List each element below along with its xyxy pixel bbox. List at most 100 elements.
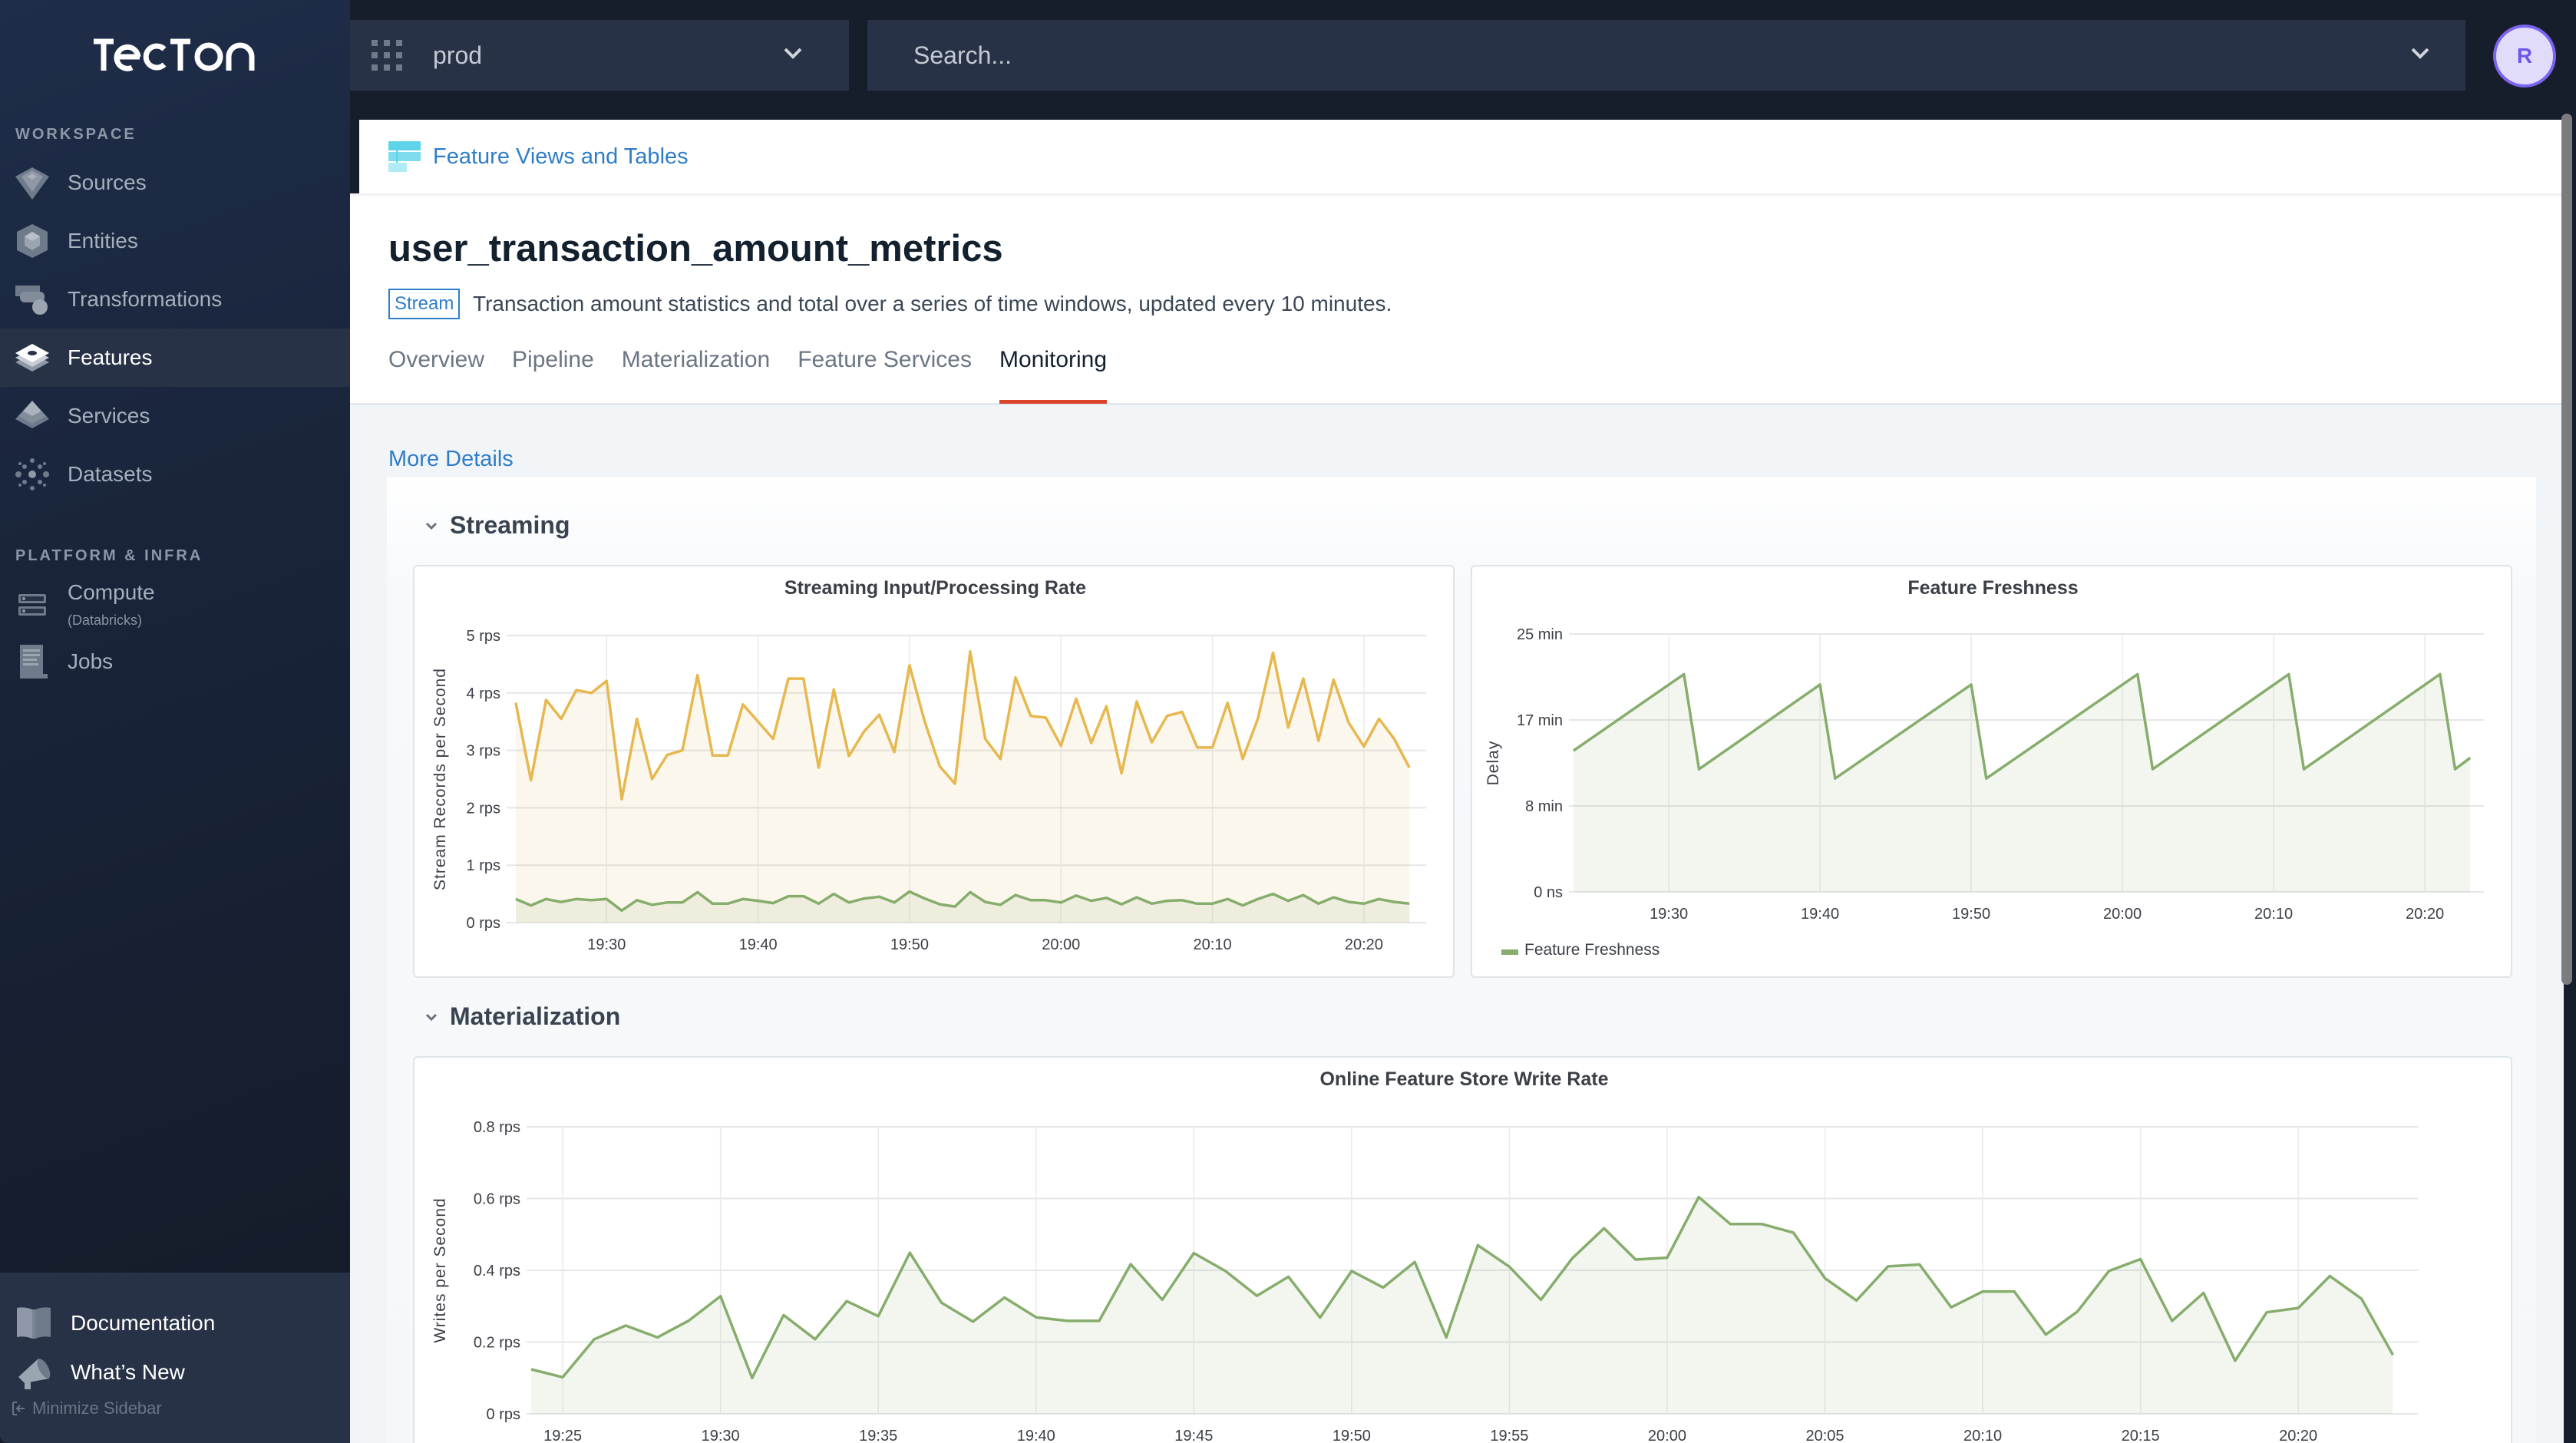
- table-icon: [388, 141, 421, 176]
- sidebar-item-label: Jobs: [68, 649, 114, 673]
- workspace-value: prod: [433, 41, 483, 69]
- y-axis-label: Writes per Second: [431, 1197, 449, 1342]
- sidebar-item-features[interactable]: Features: [0, 329, 350, 387]
- x-tick-label: 20:00: [1042, 936, 1080, 953]
- x-tick-label: 20:00: [1648, 1428, 1686, 1443]
- x-tick-label: 19:45: [1174, 1428, 1213, 1443]
- y-tick-label: 0 rps: [487, 1406, 520, 1423]
- monitoring-content: More Details Streaming Streaming Input/P…: [350, 405, 2564, 1443]
- breadcrumb-link[interactable]: Feature Views and Tables: [433, 144, 689, 170]
- sidebar-item-datasets[interactable]: Datasets: [0, 445, 350, 504]
- tab-pipeline[interactable]: Pipeline: [512, 347, 594, 404]
- chart-title: Feature Freshness: [1907, 577, 2078, 599]
- x-tick-label: 20:20: [2406, 906, 2444, 923]
- sidebar-item-entities[interactable]: Entities: [0, 212, 350, 270]
- stream-badge: Stream: [388, 289, 461, 319]
- sidebar-item-label: Compute: [68, 580, 155, 604]
- legend-swatch: [1501, 949, 1518, 955]
- sidebar-item-jobs[interactable]: Jobs: [0, 632, 350, 691]
- diamond-icon: [14, 164, 51, 201]
- cube-icon: [14, 223, 51, 259]
- server-icon: [14, 588, 51, 625]
- x-tick-label: 20:20: [2279, 1428, 2317, 1443]
- document-icon: [14, 643, 51, 680]
- sidebar: WORKSPACE Sources Entities Transformatio…: [0, 0, 350, 1443]
- more-details-link[interactable]: More Details: [388, 447, 514, 472]
- x-tick-label: 19:55: [1490, 1428, 1528, 1443]
- tab-feature-services[interactable]: Feature Services: [798, 347, 972, 404]
- x-tick-label: 19:50: [890, 936, 929, 953]
- search-bar[interactable]: [867, 20, 2465, 91]
- y-axis-label: Delay: [1485, 741, 1502, 786]
- vertical-scrollbar[interactable]: [2561, 114, 2572, 985]
- x-tick-label: 20:20: [1345, 936, 1383, 953]
- y-tick-label: 25 min: [1517, 626, 1563, 643]
- y-tick-label: 2 rps: [467, 800, 500, 817]
- series-area-0: [531, 1197, 2393, 1414]
- streaming-rate-chart: Streaming Input/Processing Rate 0 rps 1 rp…: [413, 565, 1455, 978]
- x-tick-label: 20:10: [2254, 906, 2293, 923]
- grid-icon: [372, 40, 402, 74]
- logo-wordmark: [94, 38, 255, 71]
- tab-materialization[interactable]: Materialization: [622, 347, 770, 404]
- page-header: user_transaction_amount_metrics Stream T…: [350, 193, 2564, 405]
- breadcrumb: Feature Views and Tables: [359, 120, 2564, 193]
- user-avatar[interactable]: R: [2493, 25, 2556, 88]
- y-tick-label: 0.6 rps: [474, 1191, 520, 1208]
- x-tick-label: 19:30: [587, 936, 626, 953]
- sidebar-item-compute[interactable]: Compute (Databricks): [0, 574, 350, 639]
- platform-section-label: PLATFORM & INFRA: [15, 547, 203, 564]
- x-tick-label: 19:40: [1017, 1428, 1055, 1443]
- search-input[interactable]: [913, 20, 2372, 91]
- documentation-link[interactable]: Documentation: [0, 1300, 350, 1346]
- sidebar-item-label: Features: [68, 345, 153, 369]
- x-tick-label: 19:30: [702, 1428, 740, 1443]
- y-tick-label: 1 rps: [467, 857, 500, 874]
- feature-freshness-chart: Feature Freshness 0 ns 8 min 17 min 25 min 19…: [1471, 565, 2512, 978]
- y-axis-label: Stream Records per Second: [431, 668, 449, 890]
- tab-overview[interactable]: Overview: [388, 347, 484, 404]
- sidebar-item-sources[interactable]: Sources: [0, 154, 350, 212]
- book-icon: [15, 1305, 52, 1342]
- whats-new-link[interactable]: What’s New: [0, 1349, 350, 1395]
- section-title: Streaming: [450, 511, 570, 539]
- sidebar-item-label: Datasets: [68, 462, 153, 486]
- tab-monitoring[interactable]: Monitoring: [999, 347, 1108, 404]
- x-tick-label: 19:25: [543, 1428, 582, 1443]
- layers-icon: [14, 339, 51, 376]
- x-tick-label: 20:15: [2122, 1428, 2160, 1443]
- workspace-section-label: WORKSPACE: [15, 126, 137, 143]
- sidebar-item-label: Sources: [68, 170, 147, 194]
- tecton-logo[interactable]: [91, 35, 258, 72]
- y-tick-label: 0.4 rps: [474, 1263, 520, 1280]
- sidebar-item-label: Services: [68, 404, 150, 428]
- series-area-0: [1574, 674, 2471, 892]
- sidebar-item-label: Entities: [68, 229, 138, 253]
- y-tick-label: 0 rps: [467, 915, 500, 932]
- whats-new-label: What’s New: [71, 1360, 185, 1384]
- chevron-down-icon: [425, 522, 438, 530]
- section-title: Materialization: [450, 1002, 621, 1030]
- sidebar-item-transformations[interactable]: Transformations: [0, 270, 350, 329]
- sidebar-item-services[interactable]: Services: [0, 387, 350, 445]
- y-tick-label: 8 min: [1525, 798, 1563, 815]
- chevron-down-icon[interactable]: [2410, 46, 2430, 65]
- y-tick-label: 5 rps: [467, 628, 500, 645]
- documentation-label: Documentation: [71, 1311, 216, 1335]
- minimize-sidebar-label: Minimize Sidebar: [32, 1398, 162, 1418]
- materialization-section-toggle[interactable]: Materialization: [424, 1002, 620, 1031]
- y-tick-label: 4 rps: [467, 685, 500, 702]
- x-tick-label: 19:50: [1952, 906, 1990, 923]
- workspace-selector[interactable]: prod: [350, 20, 849, 91]
- x-tick-label: 20:10: [1963, 1428, 2002, 1443]
- y-tick-label: 0.2 rps: [474, 1335, 520, 1352]
- x-tick-label: 19:30: [1650, 906, 1688, 923]
- x-tick-label: 19:50: [1333, 1428, 1371, 1443]
- chevron-down-icon: [783, 46, 803, 65]
- streaming-section-toggle[interactable]: Streaming: [424, 511, 570, 540]
- minimize-sidebar-button[interactable]: Minimize Sidebar: [11, 1398, 162, 1418]
- x-tick-label: 20:10: [1194, 936, 1232, 953]
- page-title: user_transaction_amount_metrics: [388, 228, 1003, 269]
- legend-label: Feature Freshness: [1524, 941, 1660, 959]
- x-tick-label: 20:00: [2103, 906, 2142, 923]
